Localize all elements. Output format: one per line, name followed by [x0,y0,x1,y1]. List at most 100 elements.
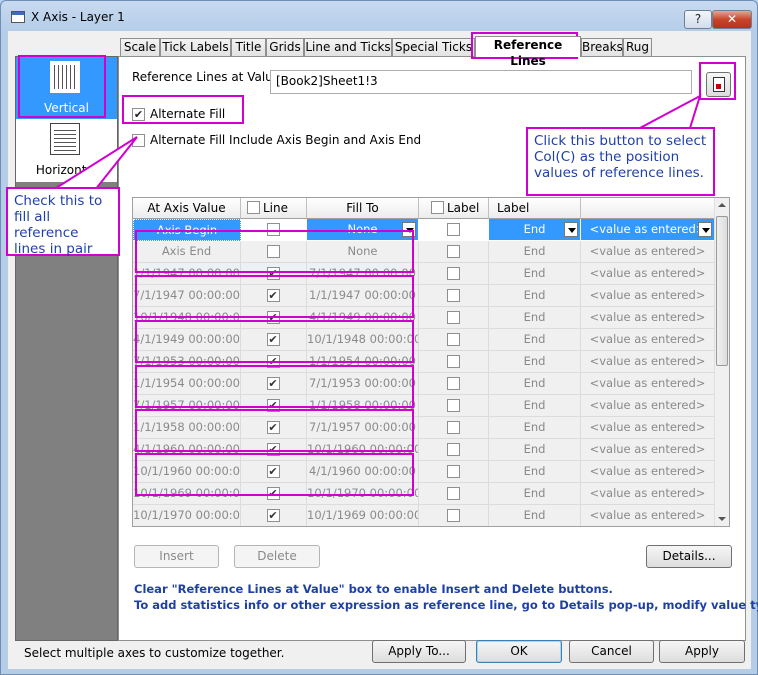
grid-cell-val[interactable]: <value as entered> [581,461,715,483]
label-checkbox[interactable] [446,421,460,434]
label-checkbox[interactable] [446,289,460,302]
grid-cell-text: <value as entered> [589,442,706,456]
grid-cell-val[interactable]: <value as entered> [581,351,715,373]
grid-cell-fill[interactable]: 10/1/1969 00:00:00 [307,505,419,526]
grid-cell-text: <value as entered> [589,244,706,258]
delete-button[interactable]: Delete [234,545,320,568]
grid-cell-pos[interactable]: End [489,263,581,285]
grid-cell-pos[interactable]: End [489,439,581,461]
label-checkbox[interactable] [446,333,460,346]
tab-special-ticks[interactable]: Special Ticks [392,38,475,56]
grid-cell-pos[interactable]: End [489,373,581,395]
grid-cell-label[interactable] [419,241,489,263]
grid-cell-text: <value as entered> [589,310,706,324]
annotation-pair-5 [135,409,414,452]
grid-cell-label[interactable] [419,505,489,526]
grid-cell-val[interactable]: <value as entered> [581,241,715,263]
grid-cell-val[interactable]: <value as entered> [581,483,715,505]
grid-cell-pos[interactable]: End [489,219,581,241]
grid-cell-label[interactable] [419,461,489,483]
grid-cell-val[interactable]: <value as entered> [581,307,715,329]
tab-reference-lines[interactable]: Reference Lines [475,36,581,68]
grid-cell-label[interactable] [419,329,489,351]
grid-cell-val[interactable]: <value as entered> [581,329,715,351]
tab-scale[interactable]: Scale [120,38,160,56]
header-label-checkbox[interactable] [431,201,444,214]
dropdown-arrow-icon[interactable] [698,222,712,237]
details-button[interactable]: Details... [646,545,732,568]
tab-title[interactable]: Title [231,38,266,56]
grid-cell-label[interactable] [419,373,489,395]
grid-cell-label[interactable] [419,307,489,329]
label-checkbox[interactable] [446,245,460,258]
grid-cell-label[interactable] [419,417,489,439]
line-checkbox[interactable]: ✔ [266,509,280,522]
grid-cell-pos[interactable]: End [489,483,581,505]
label-checkbox[interactable] [446,311,460,324]
grid-cell-val[interactable]: <value as entered> [581,263,715,285]
tab-breaks[interactable]: Breaks [581,38,623,56]
grid-cell-pos[interactable]: End [489,461,581,483]
grid-cell-val[interactable]: <value as entered> [581,417,715,439]
label-checkbox[interactable] [446,399,460,412]
grid-cell-at[interactable]: 10/1/1970 00:00:00 [133,505,241,526]
tab-rug[interactable]: Rug [623,38,652,56]
ok-button[interactable]: OK [476,640,562,663]
grid-cell-pos[interactable]: End [489,329,581,351]
close-button[interactable]: ✕ [712,10,752,29]
label-checkbox[interactable] [446,487,460,500]
axis-horizontal[interactable]: Horizontal [16,119,117,181]
tab-line-and-ticks[interactable]: Line and Ticks [304,38,392,56]
grid-cell-pos[interactable]: End [489,285,581,307]
grid-cell-val[interactable]: <value as entered> [581,285,715,307]
grid-cell-val[interactable]: <value as entered> [581,219,715,241]
grid-cell-label[interactable] [419,285,489,307]
grid-cell-label[interactable] [419,395,489,417]
apply-to-button[interactable]: Apply To... [372,640,466,663]
grid-cell-val[interactable]: <value as entered> [581,373,715,395]
grid-cell-val[interactable]: <value as entered> [581,505,715,526]
dropdown-arrow-icon[interactable] [564,222,578,237]
label-checkbox[interactable] [446,443,460,456]
grid-cell-text: <value as entered> [589,376,706,390]
tab-tick-labels[interactable]: Tick Labels [160,38,231,56]
apply-button[interactable]: Apply [659,640,745,663]
grid-cell-line[interactable]: ✔ [241,505,307,526]
grid-header: At Axis Value Line Fill To Label Label [133,198,715,219]
grid-cell-label[interactable] [419,351,489,373]
grid-cell-val[interactable]: <value as entered> [581,395,715,417]
alternate-fill-include-checkbox[interactable] [132,134,145,147]
title-bar: X Axis - Layer 1 ? ✕ [1,1,757,31]
grid-cell-label[interactable] [419,263,489,285]
scroll-thumb[interactable] [716,216,728,366]
tab-grids[interactable]: Grids [266,38,304,56]
label-checkbox[interactable] [446,465,460,478]
scroll-down-icon[interactable] [718,517,726,521]
grid-cell-pos[interactable]: End [489,395,581,417]
grid-cell-label[interactable] [419,439,489,461]
grid-scrollbar[interactable] [714,198,729,526]
help-button[interactable]: ? [684,10,712,29]
label-checkbox[interactable] [446,355,460,368]
label-checkbox[interactable] [446,223,460,236]
grid-cell-pos[interactable]: End [489,351,581,373]
grid-cell-pos[interactable]: End [489,417,581,439]
insert-button[interactable]: Insert [134,545,219,568]
scroll-up-icon[interactable] [718,203,726,207]
cancel-button[interactable]: Cancel [569,640,654,663]
reference-lines-value-input[interactable]: [Book2]Sheet1!3 [270,70,692,94]
grid-cell-pos[interactable]: End [489,307,581,329]
grid-cell-val[interactable]: <value as entered> [581,439,715,461]
label-checkbox[interactable] [446,377,460,390]
grid-cell-text: End [523,310,546,324]
label-checkbox[interactable] [446,509,460,522]
grid-cell-label[interactable] [419,483,489,505]
header-line-checkbox[interactable] [247,201,260,214]
label-checkbox[interactable] [446,267,460,280]
table-row[interactable]: 10/1/1970 00:00:00 ✔ 10/1/1969 00:00:00 End… [133,505,715,526]
grid-cell-text: <value as entered> [589,266,706,280]
grid-cell-pos[interactable]: End [489,505,581,526]
grid-cell-label[interactable] [419,219,489,241]
grid-cell-text: <value as entered> [589,332,706,346]
grid-cell-pos[interactable]: End [489,241,581,263]
